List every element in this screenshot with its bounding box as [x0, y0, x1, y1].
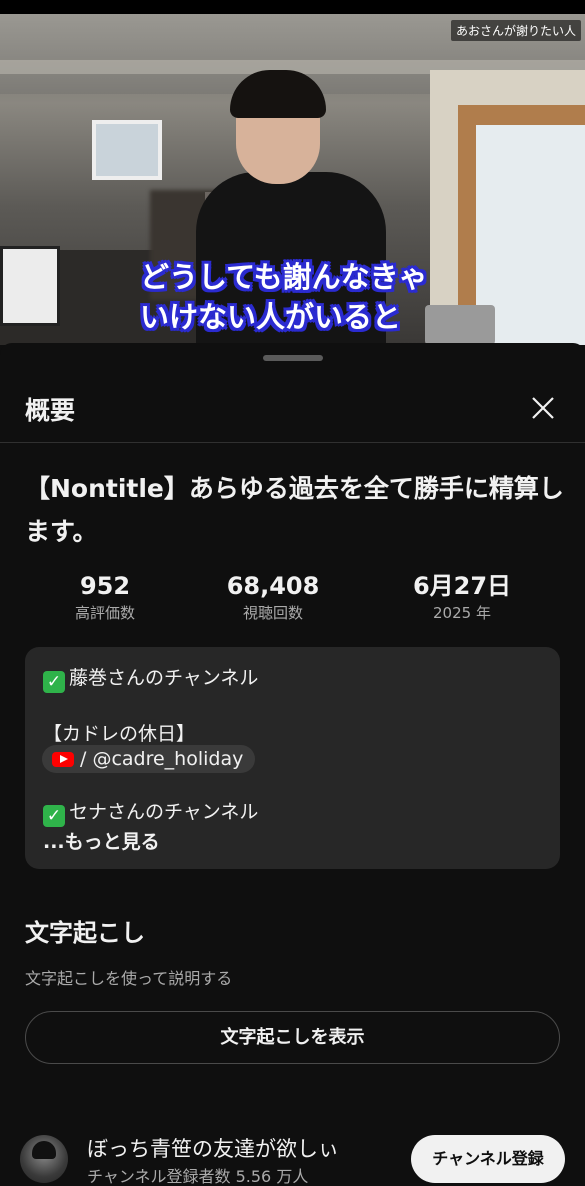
description-line-3: ✓ セナさんのチャンネル [43, 797, 258, 827]
channel-name[interactable]: ぼっち青笹の友達が欲しぃ [87, 1133, 339, 1163]
close-icon [532, 397, 554, 419]
video-scene-window [92, 120, 162, 180]
views-value: 68,408 [226, 572, 320, 600]
description-line-1: ✓ 藤巻さんのチャンネル [43, 663, 258, 693]
likes-label: 高評価数 [74, 604, 135, 622]
channel-subscriber-count: チャンネル登録者数 5.56 万人 [87, 1167, 309, 1186]
video-caption: どうしても謝んなきゃ いけない人がいると [140, 257, 470, 337]
date-value: 6月27日 [412, 572, 512, 600]
sheet-title: 概要 [25, 396, 76, 425]
description-sheet: 概要 【Nontitle】あらゆる過去を全て勝手に精算します。 952 高評価数… [0, 343, 585, 1186]
drag-handle[interactable] [263, 355, 323, 361]
youtube-channel-link[interactable]: / @cadre_holiday [42, 745, 256, 773]
caption-line-1: どうしても謝んなきゃ [140, 260, 428, 294]
show-transcript-button[interactable]: 文字起こしを表示 [25, 1011, 560, 1064]
youtube-icon [52, 751, 74, 767]
video-title: 【Nontitle】あらゆる過去を全て勝手に精算します。 [25, 474, 564, 546]
channel-avatar[interactable] [20, 1135, 68, 1183]
description-line-2: 【カドレの休日】 [43, 723, 196, 745]
date-year: 2025 年 [433, 604, 491, 622]
description-box[interactable]: ✓ 藤巻さんのチャンネル 【カドレの休日】 / @cadre_holiday ✓ セ… [25, 647, 560, 869]
views-label: 視聴回数 [242, 604, 303, 622]
status-bar [0, 0, 585, 14]
caption-line-2: いけない人がいると [140, 300, 402, 334]
channel-watermark: あおさんが謝りたい人 [450, 20, 581, 41]
stat-date: 6月27日 2025 年 [382, 571, 542, 625]
sheet-header: 概要 [0, 373, 585, 443]
video-scene-monitor [0, 246, 60, 326]
video-stats: 952 高評価数 68,408 視聴回数 6月27日 2025 年 [25, 571, 565, 631]
stat-views: 68,408 視聴回数 [193, 571, 353, 625]
description-text-3: セナさんのチャンネル [69, 801, 259, 823]
youtube-link-text: / @cadre_holiday [80, 748, 244, 770]
video-player[interactable]: あおさんが謝りたい人 どうしても謝んなきゃ いけない人がいると [0, 0, 585, 345]
show-more-button[interactable]: ...もっと見る [43, 827, 160, 854]
likes-value: 952 [79, 572, 131, 600]
close-button[interactable] [528, 393, 558, 423]
check-mark-icon: ✓ [43, 671, 65, 693]
description-text-1: 藤巻さんのチャンネル [69, 667, 259, 689]
subscribe-button[interactable]: チャンネル登録 [411, 1135, 565, 1183]
stat-likes: 952 高評価数 [25, 571, 185, 625]
channel-row[interactable]: ぼっち青笹の友達が欲しぃ チャンネル登録者数 5.56 万人 チャンネル登録 [0, 1129, 585, 1186]
check-mark-icon: ✓ [43, 805, 65, 827]
transcript-subtitle: 文字起こしを使って説明する [25, 969, 233, 988]
transcript-heading: 文字起こし [25, 919, 145, 947]
app-frame: あおさんが謝りたい人 どうしても謝んなきゃ いけない人がいると 概要 【Nont… [0, 0, 585, 1186]
